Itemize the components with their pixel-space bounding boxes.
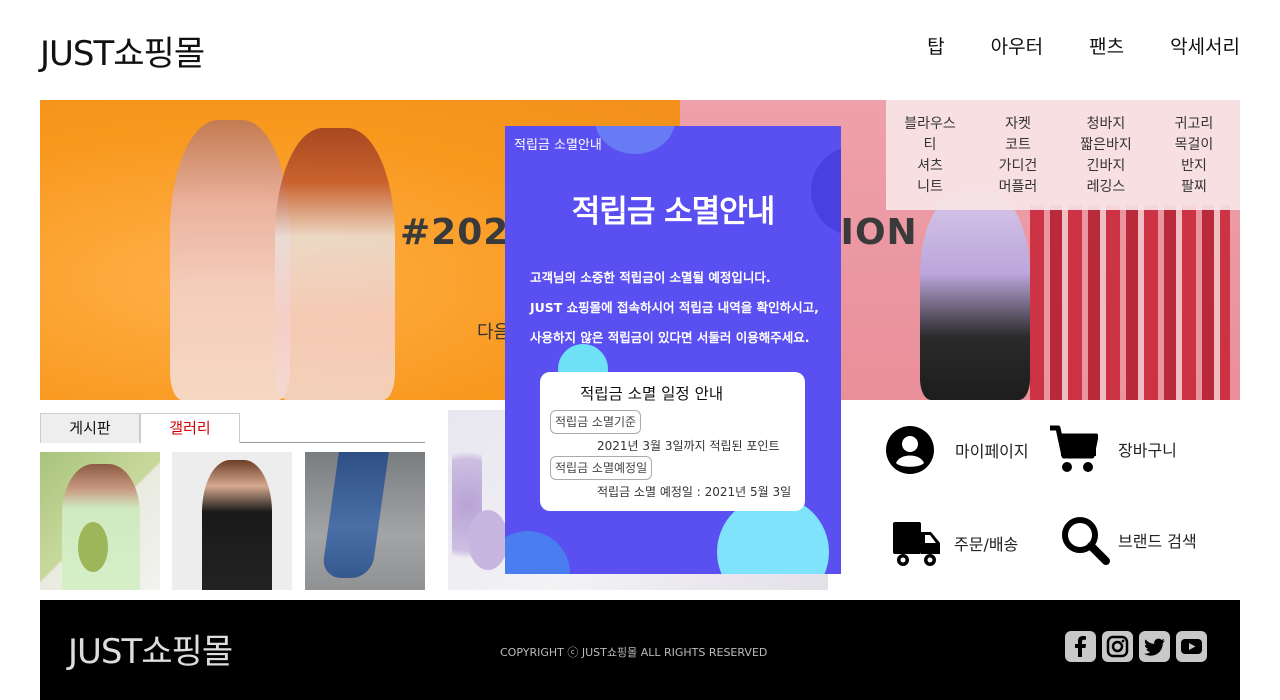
mega-menu-col-outer: 자켓 코트 가디건 머플러 bbox=[974, 114, 1062, 210]
tab-board[interactable]: 게시판 bbox=[40, 413, 140, 443]
card-title: 적립금 소멸 일정 안내 bbox=[580, 385, 724, 403]
points-expiry-popup[interactable]: 적립금 소멸안내 적립금 소멸안내 고객님의 소중한 적립금이 소멸될 예정입니… bbox=[505, 126, 841, 574]
popup-line: JUST 쇼핑몰에 접속하시어 적립금 내역을 확인하시고, bbox=[530, 300, 819, 315]
gallery-thumb-sweater[interactable] bbox=[40, 452, 160, 590]
popup-header: 적립금 소멸안내 bbox=[514, 138, 602, 153]
main-nav: 탑 아우터 팬츠 악세서리 bbox=[881, 32, 1240, 59]
mega-menu-item[interactable]: 귀고리 bbox=[1150, 114, 1238, 135]
chip-expiry-criteria: 적립금 소멸기준 bbox=[550, 410, 642, 434]
mega-menu-item[interactable]: 레깅스 bbox=[1062, 177, 1150, 198]
site-logo[interactable]: JUST쇼핑몰 bbox=[40, 26, 205, 75]
quick-link-mypage[interactable]: 마이페이지 bbox=[885, 425, 1029, 475]
truck-icon bbox=[892, 518, 942, 568]
cart-icon bbox=[1048, 424, 1098, 474]
model-jeans bbox=[321, 452, 389, 578]
tab-gallery[interactable]: 갤러리 bbox=[140, 413, 240, 443]
gallery-thumb-leather-jacket[interactable] bbox=[172, 452, 292, 590]
banner-model-1 bbox=[170, 120, 290, 400]
popup-deco-circle bbox=[505, 531, 570, 574]
footer: JUST쇼핑몰 COPYRIGHT ⓒ JUST쇼핑몰 ALL RIGHTS R… bbox=[40, 600, 1240, 700]
mega-menu-item[interactable]: 자켓 bbox=[974, 114, 1062, 135]
twitter-icon[interactable] bbox=[1139, 631, 1170, 662]
quick-link-cart[interactable]: 장바구니 bbox=[1048, 424, 1177, 474]
popup-title: 적립금 소멸안내 bbox=[571, 194, 775, 230]
mega-menu-item[interactable]: 가디건 bbox=[974, 156, 1062, 177]
footer-logo: JUST쇼핑몰 bbox=[68, 632, 233, 672]
popup-line: 고객님의 소중한 적립금이 소멸될 예정입니다. bbox=[530, 270, 771, 285]
mega-menu-item[interactable]: 긴바지 bbox=[1062, 156, 1150, 177]
mega-menu: 블라우스 티 셔츠 니트 자켓 코트 가디건 머플러 청바지 짧은바지 긴바지 … bbox=[886, 100, 1240, 210]
quick-link-brand-search[interactable]: 브랜드 검색 bbox=[1060, 515, 1197, 565]
banner-model-3 bbox=[920, 190, 1030, 400]
mega-menu-item[interactable]: 짧은바지 bbox=[1062, 135, 1150, 156]
quick-link-label: 마이페이지 bbox=[955, 442, 1029, 461]
mega-menu-item[interactable]: 머플러 bbox=[974, 177, 1062, 198]
youtube-icon[interactable] bbox=[1176, 631, 1207, 662]
instagram-icon[interactable] bbox=[1102, 631, 1133, 662]
flower-petal bbox=[468, 510, 508, 570]
mega-menu-item[interactable]: 블라우스 bbox=[886, 114, 974, 135]
mega-menu-item[interactable]: 반지 bbox=[1150, 156, 1238, 177]
nav-item-top[interactable]: 탑 bbox=[927, 32, 944, 59]
mega-menu-item[interactable]: 티 bbox=[886, 135, 974, 156]
mega-menu-col-top: 블라우스 티 셔츠 니트 bbox=[886, 114, 974, 210]
mega-menu-col-pants: 청바지 짧은바지 긴바지 레깅스 bbox=[1062, 114, 1150, 210]
mega-menu-item[interactable]: 팔찌 bbox=[1150, 177, 1238, 198]
popup-deco-circle bbox=[595, 126, 675, 154]
copyright-text: COPYRIGHT ⓒ JUST쇼핑몰 ALL RIGHTS RESERVED bbox=[500, 646, 768, 659]
facebook-icon[interactable] bbox=[1065, 631, 1096, 662]
board-tabs: 게시판 갤러리 bbox=[40, 413, 425, 443]
expiry-date-detail: 적립금 소멸 예정일 : 2021년 5월 3일 bbox=[597, 485, 792, 499]
quick-link-label: 주문/배송 bbox=[954, 535, 1019, 554]
quick-link-label: 브랜드 검색 bbox=[1118, 532, 1197, 551]
chip-expiry-date: 적립금 소멸예정일 bbox=[550, 456, 653, 480]
model-jacket bbox=[202, 460, 272, 590]
quick-link-order[interactable]: 주문/배송 bbox=[892, 518, 1018, 568]
gallery-thumb-jeans[interactable] bbox=[305, 452, 425, 590]
mega-menu-item[interactable]: 코트 bbox=[974, 135, 1062, 156]
mega-menu-item[interactable]: 청바지 bbox=[1062, 114, 1150, 135]
nav-item-outer[interactable]: 아우터 bbox=[991, 32, 1043, 59]
nav-item-accessory[interactable]: 악세서리 bbox=[1170, 32, 1240, 59]
quick-link-label: 장바구니 bbox=[1118, 441, 1177, 460]
expiry-schedule-card: 적립금 소멸 일정 안내 적립금 소멸기준 2021년 3월 3일까지 적립된 … bbox=[540, 372, 805, 511]
clothing-rack bbox=[1030, 205, 1230, 400]
mega-menu-item[interactable]: 니트 bbox=[886, 177, 974, 198]
popup-line: 사용하지 않은 적립금이 있다면 서둘러 이용해주세요. bbox=[530, 330, 810, 345]
expiry-criteria-detail: 2021년 3월 3일까지 적립된 포인트 bbox=[597, 439, 780, 453]
sweater-graphic bbox=[78, 522, 108, 572]
nav-item-pants[interactable]: 팬츠 bbox=[1089, 32, 1124, 59]
mega-menu-item[interactable]: 목걸이 bbox=[1150, 135, 1238, 156]
mega-menu-item[interactable]: 셔츠 bbox=[886, 156, 974, 177]
mega-menu-col-accessory: 귀고리 목걸이 반지 팔찌 bbox=[1150, 114, 1238, 210]
search-icon bbox=[1060, 515, 1110, 565]
banner-model-2 bbox=[275, 128, 395, 400]
user-circle-icon bbox=[885, 425, 935, 475]
